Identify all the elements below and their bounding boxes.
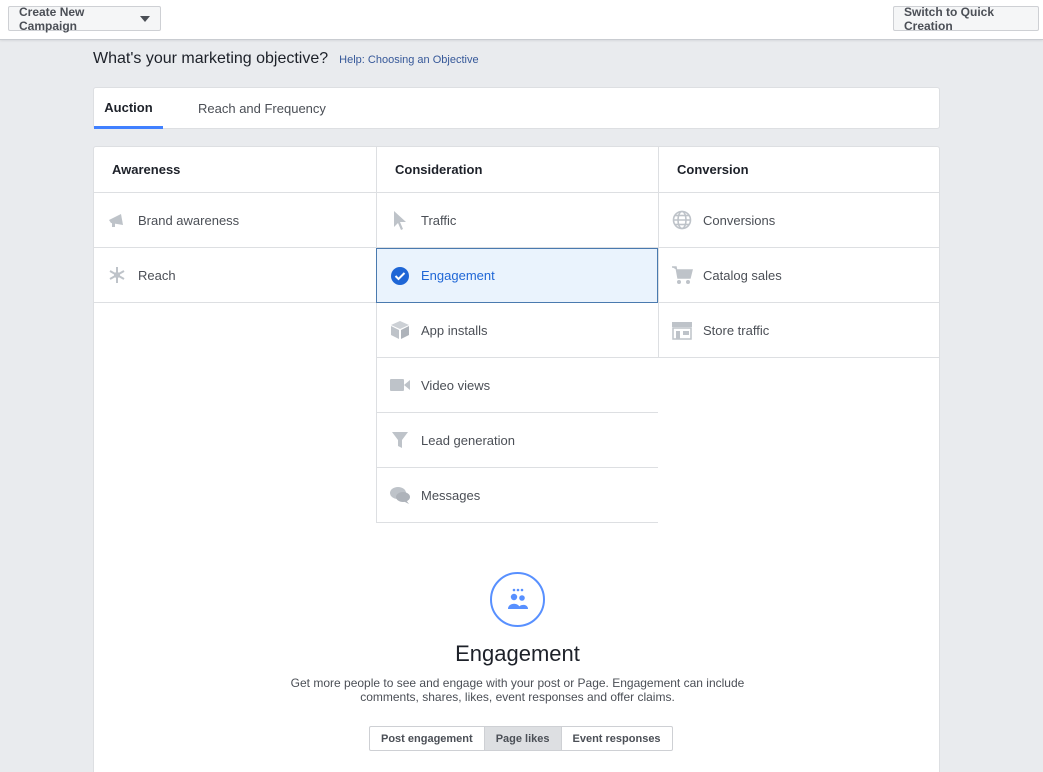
- objective-traffic[interactable]: Traffic: [376, 193, 658, 248]
- objective-label: App installs: [421, 322, 488, 338]
- objective-label: Reach: [138, 267, 176, 283]
- store-icon: [671, 319, 693, 341]
- objective-detail: Engagement Get more people to see and en…: [94, 560, 941, 751]
- objective-engagement[interactable]: Engagement: [376, 248, 658, 303]
- create-campaign-label: Create New Campaign: [19, 4, 85, 33]
- tab-reach-and-frequency[interactable]: Reach and Frequency: [198, 88, 326, 129]
- objective-label: Traffic: [421, 212, 457, 228]
- objective-app-installs[interactable]: App installs: [376, 303, 658, 358]
- page-title: What's your marketing objective?: [93, 50, 329, 67]
- awareness-header: Awareness: [94, 147, 376, 193]
- subtab-post-engagement[interactable]: Post engagement: [370, 727, 485, 750]
- create-new-campaign-button[interactable]: Create New Campaign: [8, 4, 161, 33]
- objective-label: Messages: [421, 487, 481, 503]
- awareness-column: Awareness Brand awareness Reach: [94, 147, 376, 303]
- cart-icon: [671, 264, 693, 286]
- detail-description: Get more people to see and engage with y…: [290, 676, 745, 704]
- objective-lead-generation[interactable]: Lead generation: [376, 413, 658, 468]
- reach-icon: [106, 264, 128, 286]
- objective-reach[interactable]: Reach: [94, 248, 376, 303]
- globe-icon: [671, 209, 693, 231]
- objective-store-traffic[interactable]: Store traffic: [658, 303, 940, 358]
- conversion-header: Conversion: [658, 147, 940, 193]
- objective-label: Video views: [421, 377, 491, 393]
- caret-down-icon: [140, 15, 150, 22]
- consideration-column: Consideration Traffic Engagement App ins…: [376, 147, 658, 523]
- objective-label: Lead generation: [421, 432, 515, 448]
- objective-label: Catalog sales: [703, 267, 782, 283]
- objective-label: Engagement: [421, 268, 495, 283]
- buying-type-tabs: Auction Reach and Frequency: [93, 87, 940, 129]
- subtab-event-responses[interactable]: Event responses: [562, 727, 672, 750]
- consideration-header: Consideration: [376, 147, 658, 193]
- objective-label: Store traffic: [703, 322, 770, 338]
- objective-messages[interactable]: Messages: [376, 468, 658, 523]
- engagement-type-tabs: Post engagement Page likes Event respons…: [369, 726, 673, 751]
- megaphone-icon: [106, 209, 128, 231]
- objective-brand-awareness[interactable]: Brand awareness: [94, 193, 376, 248]
- objective-label: Brand awareness: [138, 212, 240, 228]
- chat-bubbles-icon: [389, 484, 411, 506]
- objective-video-views[interactable]: Video views: [376, 358, 658, 413]
- objective-panel: Awareness Brand awareness Reach Consider…: [93, 146, 940, 772]
- top-bar: Create New Campaign Switch to Quick Crea…: [0, 0, 1043, 40]
- check-circle-icon: [389, 265, 411, 287]
- switch-quick-creation-button[interactable]: Switch to Quick Creation: [893, 5, 1039, 33]
- video-camera-icon: [389, 374, 411, 396]
- box-icon: [389, 319, 411, 341]
- objective-conversions[interactable]: Conversions: [658, 193, 940, 248]
- conversion-column: Conversion Conversions Catalog sales Sto…: [658, 147, 940, 358]
- detail-title: Engagement: [455, 641, 580, 666]
- objective-label: Conversions: [703, 212, 776, 228]
- people-icon: [490, 572, 545, 627]
- help-link[interactable]: Help: Choosing an Objective: [339, 54, 478, 66]
- funnel-icon: [389, 429, 411, 451]
- objective-heading: What's your marketing objective? Help: C…: [93, 50, 479, 68]
- subtab-page-likes[interactable]: Page likes: [484, 727, 562, 750]
- cursor-icon: [389, 209, 411, 231]
- objective-catalog-sales[interactable]: Catalog sales: [658, 248, 940, 303]
- tab-auction[interactable]: Auction: [94, 88, 163, 129]
